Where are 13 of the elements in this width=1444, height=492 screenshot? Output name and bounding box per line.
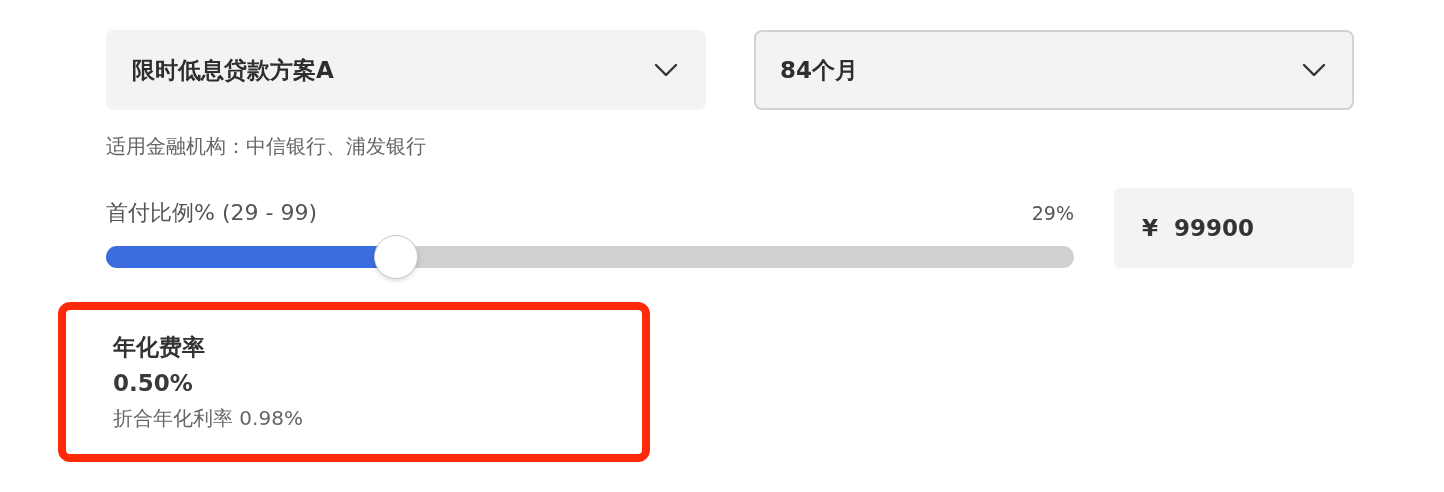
chevron-down-icon bbox=[1302, 63, 1326, 77]
rate-value: 0.50% bbox=[113, 369, 194, 398]
rate-title: 年化费率 bbox=[113, 333, 206, 362]
amount-field[interactable]: ¥ 99900 bbox=[1114, 188, 1354, 268]
rate-note: 折合年化利率 0.98% bbox=[113, 405, 304, 432]
slider-thumb[interactable] bbox=[374, 235, 419, 279]
chevron-down-icon bbox=[654, 63, 678, 77]
slider-label: 首付比例% (29 - 99) bbox=[106, 199, 317, 227]
slider-reading: 29% bbox=[1031, 202, 1074, 224]
dropdown-field[interactable]: 限时低息贷款方案A bbox=[106, 30, 706, 110]
institutions-note: 适用金融机构：中信银行、浦发银行 bbox=[106, 133, 427, 160]
dropdown-field[interactable]: 84个月 bbox=[754, 30, 1354, 110]
slider[interactable] bbox=[106, 234, 1074, 280]
